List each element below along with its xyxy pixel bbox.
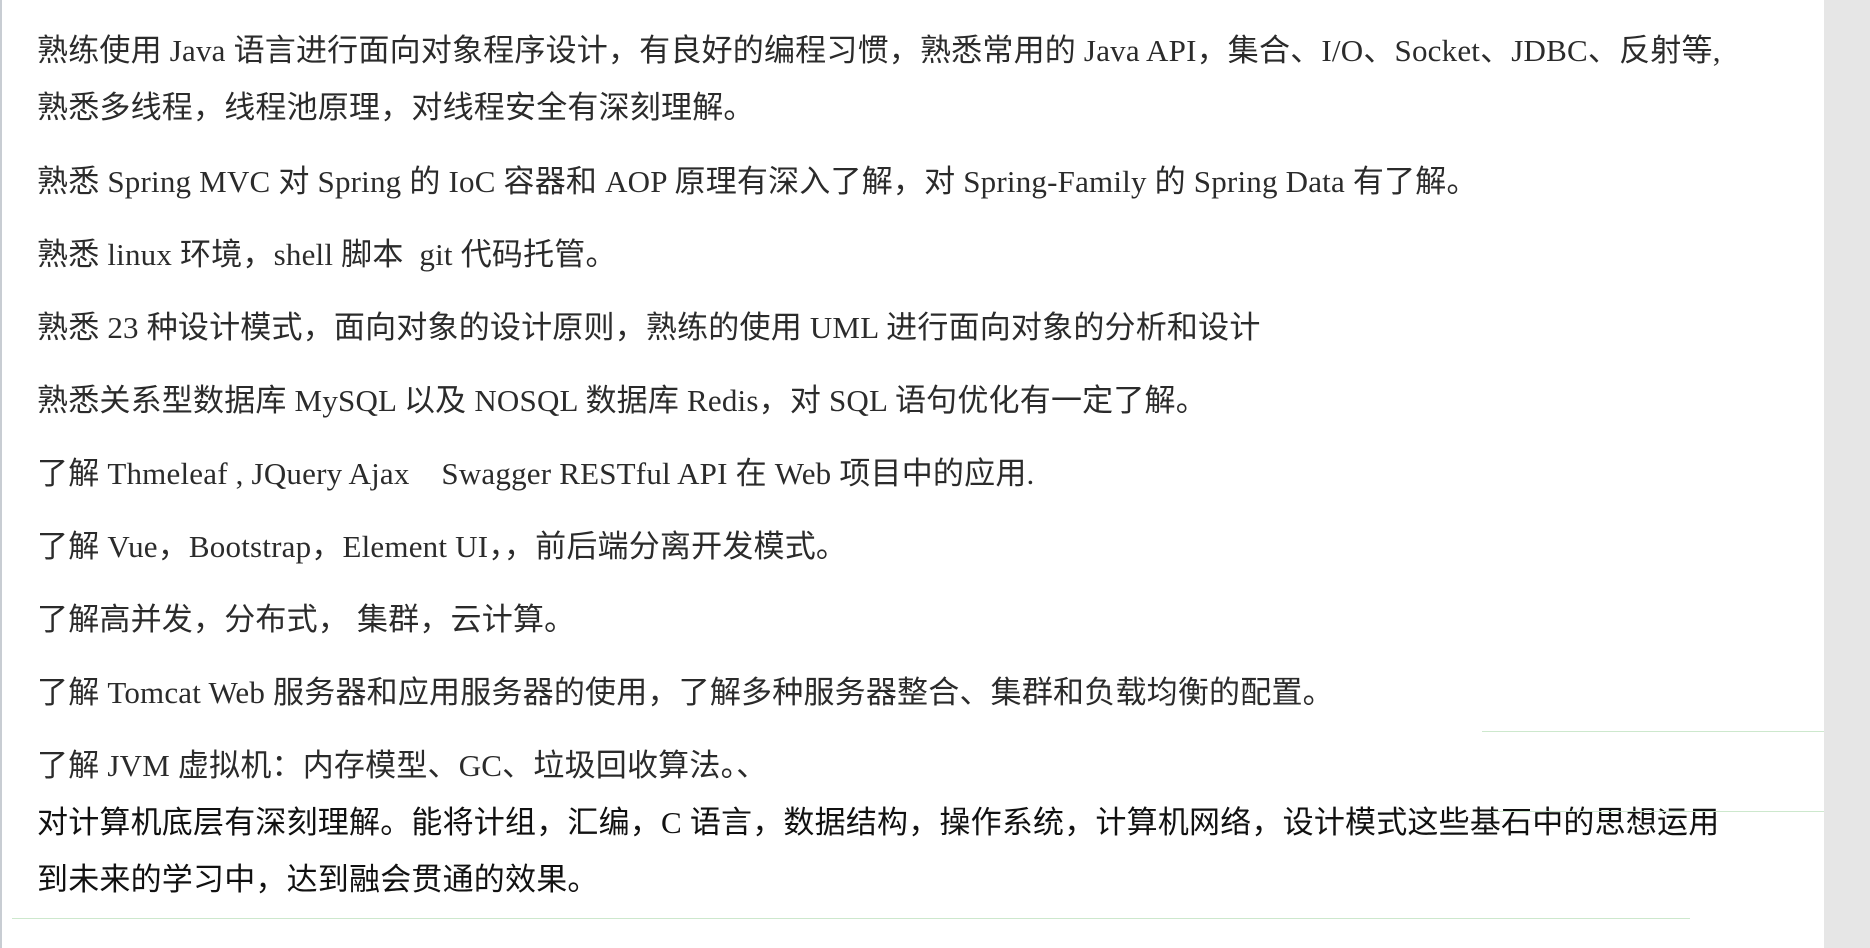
skill-tomcat-paragraph: 了解 Tomcat Web 服务器和应用服务器的使用，了解多种服务器整合、集群和…	[37, 675, 1334, 710]
section-bottom-divider	[12, 918, 1690, 919]
skill-frontend-api-paragraph: 了解 Thmeleaf , JQuery Ajax Swagger RESTfu…	[37, 456, 1035, 491]
skill-fundamentals-paragraph: 对计算机底层有深刻理解。能将计组，汇编，C 语言，数据结构，操作系统，计算机网络…	[37, 805, 1720, 897]
skill-spring-paragraph: 熟悉 Spring MVC 对 Spring 的 IoC 容器和 AOP 原理有…	[37, 164, 1478, 199]
resume-skills-section: 熟练使用 Java 语言进行面向对象程序设计，有良好的编程习惯，熟悉常用的 Ja…	[37, 22, 1737, 924]
vertical-scrollbar[interactable]	[1824, 0, 1870, 948]
skill-java-paragraph: 熟练使用 Java 语言进行面向对象程序设计，有良好的编程习惯，熟悉常用的 Ja…	[37, 33, 1729, 125]
skill-linux-paragraph: 熟悉 linux 环境，shell 脚本 git 代码托管。	[37, 237, 617, 272]
decorative-divider	[1492, 811, 1824, 812]
skill-design-patterns-paragraph: 熟悉 23 种设计模式，面向对象的设计原则，熟练的使用 UML 进行面向对象的分…	[37, 310, 1261, 345]
skill-distributed-paragraph: 了解高并发，分布式， 集群，云计算。	[37, 602, 576, 637]
skill-database-paragraph: 熟悉关系型数据库 MySQL 以及 NOSQL 数据库 Redis，对 SQL …	[37, 383, 1207, 418]
skill-vue-paragraph: 了解 Vue，Bootstrap，Element UI，，前后端分离开发模式。	[37, 529, 848, 564]
skill-jvm-paragraph: 了解 JVM 虚拟机：内存模型、GC、垃圾回收算法。、	[37, 748, 768, 783]
page-left-border	[0, 0, 2, 948]
decorative-divider	[1482, 731, 1824, 732]
